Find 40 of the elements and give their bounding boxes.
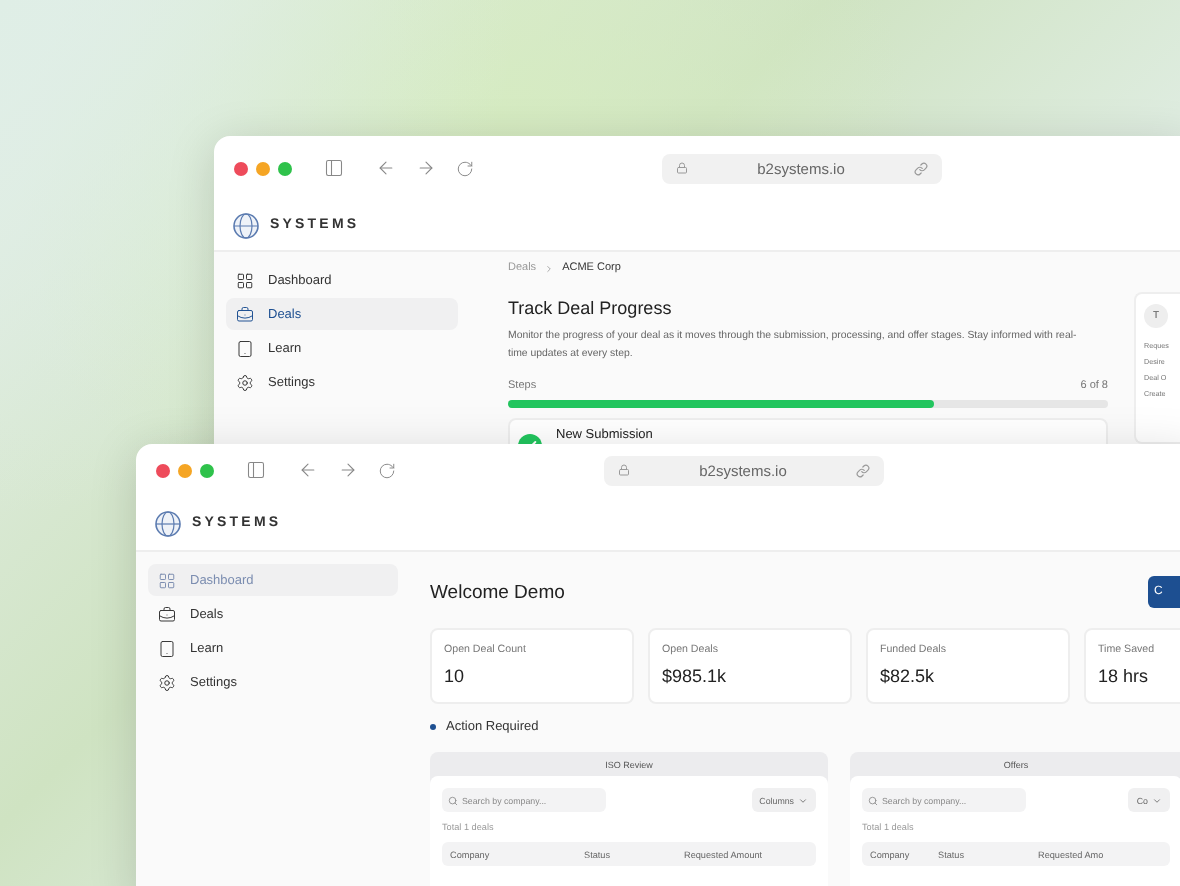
globe-logo-icon bbox=[154, 509, 182, 537]
lock-icon bbox=[676, 162, 688, 174]
stat-value: 18 hrs bbox=[1098, 666, 1151, 686]
link-icon bbox=[856, 463, 870, 477]
globe-logo-icon bbox=[232, 211, 260, 239]
window-control-dot[interactable] bbox=[178, 463, 192, 477]
window-control-dot[interactable] bbox=[278, 161, 292, 175]
grid-icon bbox=[158, 571, 176, 589]
tablet-icon bbox=[236, 339, 254, 357]
caret-icon bbox=[798, 795, 808, 805]
lock-icon bbox=[618, 464, 630, 476]
caret-icon bbox=[1152, 795, 1162, 805]
window-control-dot[interactable] bbox=[256, 161, 270, 175]
window-control-dot[interactable] bbox=[156, 463, 170, 477]
forward-icon[interactable] bbox=[416, 158, 436, 178]
back-icon[interactable] bbox=[298, 460, 318, 480]
reload-icon[interactable] bbox=[378, 461, 396, 479]
bullet-dot bbox=[430, 724, 436, 730]
search-icon bbox=[448, 795, 458, 805]
settings-icon bbox=[158, 673, 176, 691]
reload-icon[interactable] bbox=[456, 159, 474, 177]
sidebar-toggle-icon[interactable] bbox=[246, 460, 266, 480]
search-icon bbox=[868, 795, 878, 805]
stat-value: 10 bbox=[444, 666, 467, 686]
window-control-dot[interactable] bbox=[234, 161, 248, 175]
tablet-icon bbox=[158, 639, 176, 657]
stat-value: $985.1k bbox=[662, 666, 729, 686]
page-title: Track Deal Progress bbox=[508, 298, 674, 318]
window-control-dot[interactable] bbox=[200, 463, 214, 477]
welcome-heading: Welcome Demo bbox=[430, 581, 565, 603]
grid-icon bbox=[236, 271, 254, 289]
settings-icon bbox=[236, 373, 254, 391]
back-icon[interactable] bbox=[376, 158, 396, 178]
briefcase-icon bbox=[236, 305, 254, 323]
forward-icon[interactable] bbox=[338, 460, 358, 480]
chevron-icon bbox=[544, 263, 555, 273]
briefcase-icon bbox=[158, 605, 176, 623]
stat-value: $82.5k bbox=[880, 666, 937, 686]
sidebar-toggle-icon[interactable] bbox=[324, 158, 344, 178]
link-icon bbox=[914, 161, 928, 175]
